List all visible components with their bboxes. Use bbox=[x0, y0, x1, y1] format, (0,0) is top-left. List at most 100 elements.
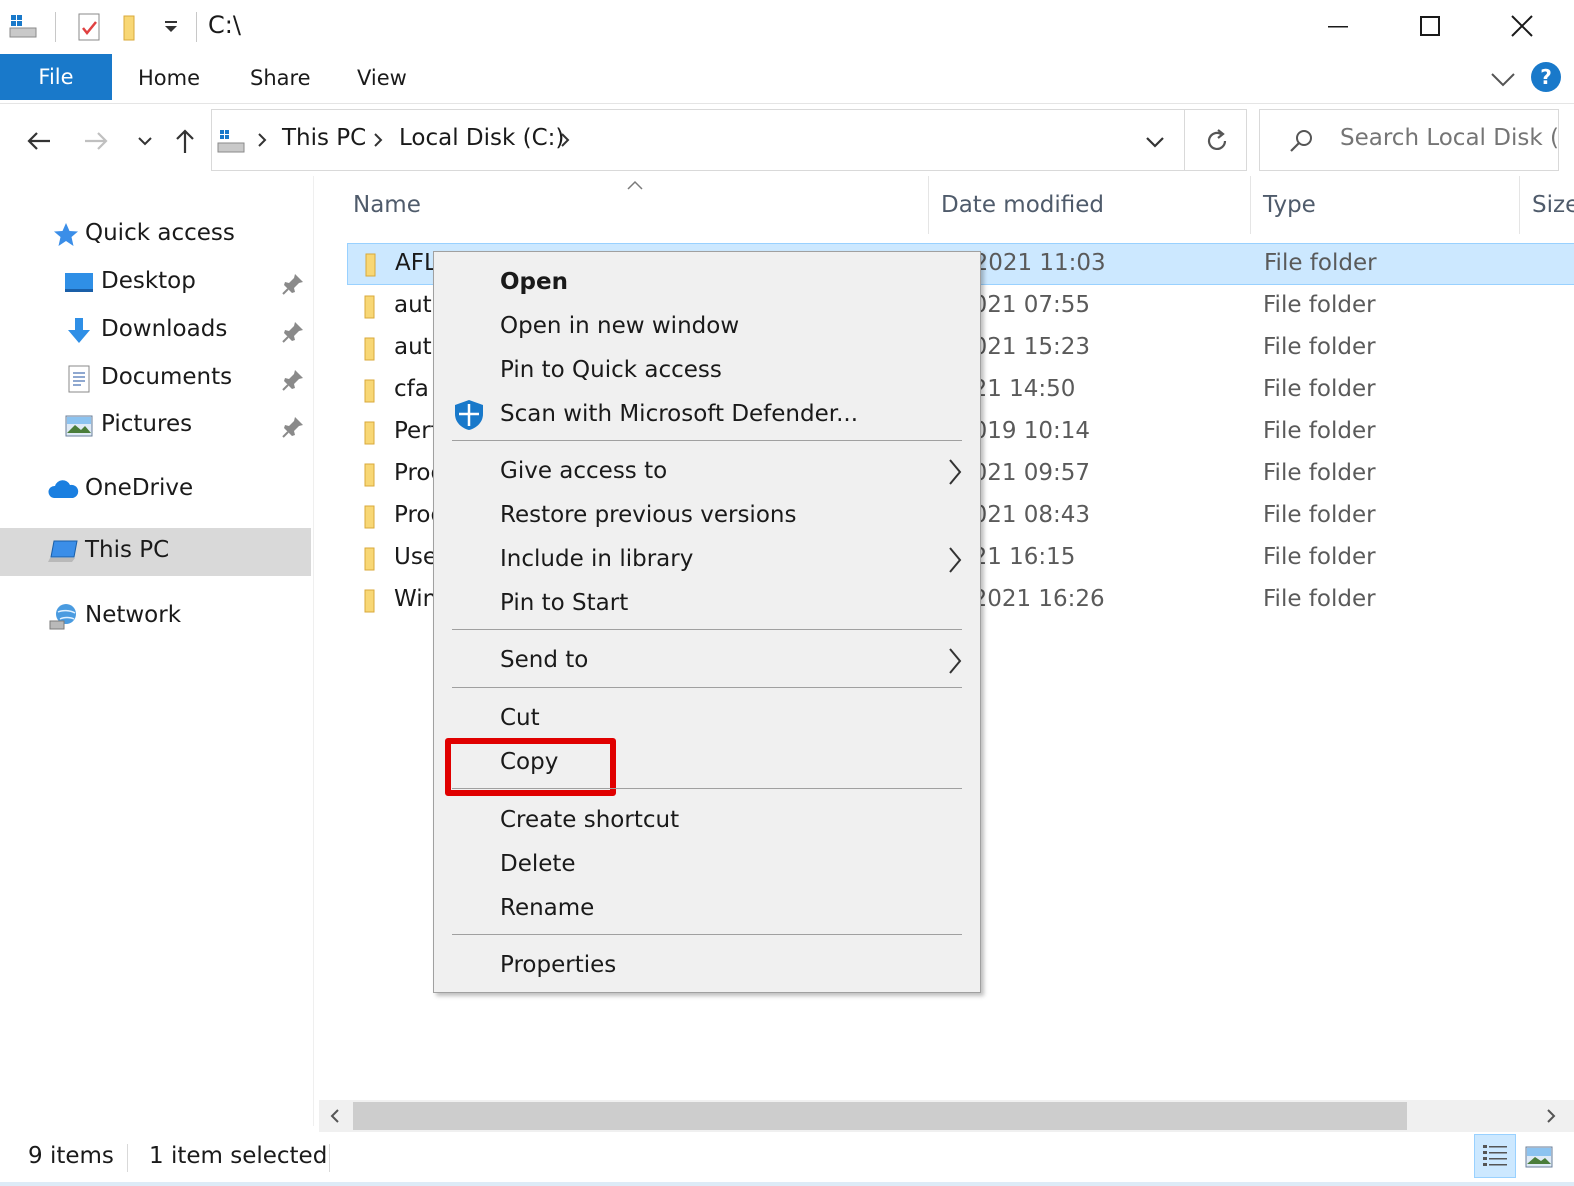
column-header-name[interactable]: Name bbox=[353, 192, 421, 218]
submenu-chevron-icon bbox=[945, 544, 965, 576]
breadcrumb-local-disk[interactable]: Local Disk (C:) bbox=[399, 125, 564, 151]
file-type: File folder bbox=[1263, 292, 1376, 318]
column-header-date-modified[interactable]: Date modified bbox=[941, 192, 1104, 218]
navigation-bar: This PC Local Disk (C:) bbox=[0, 104, 1574, 176]
properties-icon[interactable] bbox=[74, 12, 104, 42]
menu-item-pin-to-quick-access[interactable]: Pin to Quick access bbox=[437, 349, 977, 393]
divider bbox=[1184, 110, 1185, 170]
column-header-size[interactable]: Size bbox=[1532, 192, 1574, 218]
scrollbar-thumb[interactable] bbox=[353, 1102, 1407, 1130]
menu-item-cut[interactable]: Cut bbox=[437, 697, 977, 741]
menu-item-properties[interactable]: Properties bbox=[437, 944, 977, 988]
folder-icon bbox=[357, 462, 383, 488]
search-icon bbox=[1286, 126, 1316, 156]
menu-item-create-shortcut[interactable]: Create shortcut bbox=[437, 799, 977, 843]
tab-view[interactable]: View bbox=[357, 66, 407, 90]
menu-item-rename[interactable]: Rename bbox=[437, 887, 977, 931]
forward-arrow-icon[interactable] bbox=[79, 124, 113, 158]
sidebar-item-this-pc[interactable]: This PC bbox=[0, 528, 311, 576]
sidebar-item-label: Downloads bbox=[101, 316, 228, 342]
drive-app-icon[interactable] bbox=[8, 12, 38, 42]
menu-item-include-in-library[interactable]: Include in library bbox=[437, 538, 977, 582]
column-divider[interactable] bbox=[1519, 176, 1520, 234]
scroll-right-chevron-icon[interactable] bbox=[1535, 1100, 1567, 1132]
status-bar: 9 items 1 item selected bbox=[0, 1132, 1574, 1186]
search-box[interactable] bbox=[1259, 109, 1560, 171]
menu-item-give-access-to[interactable]: Give access to bbox=[437, 450, 977, 494]
star-icon bbox=[50, 219, 82, 251]
file-type: File folder bbox=[1263, 586, 1376, 612]
column-divider[interactable] bbox=[1250, 176, 1251, 234]
back-arrow-icon[interactable] bbox=[22, 124, 56, 158]
menu-separator bbox=[452, 788, 962, 789]
close-button[interactable] bbox=[1476, 0, 1568, 52]
pin-icon[interactable] bbox=[280, 414, 306, 440]
menu-item-send-to[interactable]: Send to bbox=[437, 639, 977, 683]
folder-icon bbox=[358, 252, 384, 278]
horizontal-scrollbar[interactable] bbox=[319, 1100, 1574, 1132]
expand-ribbon-chevron-icon[interactable] bbox=[1488, 64, 1518, 94]
window-title: C:\ bbox=[208, 11, 241, 39]
navigation-pane: Quick access Desktop Downloads Documents bbox=[0, 176, 314, 1126]
sidebar-item-documents[interactable]: Documents bbox=[0, 355, 311, 403]
help-icon[interactable]: ? bbox=[1531, 62, 1561, 92]
folder-icon bbox=[357, 378, 383, 404]
menu-item-open-in-new-window[interactable]: Open in new window bbox=[437, 305, 977, 349]
recent-locations-chevron-icon[interactable] bbox=[128, 124, 162, 158]
selection-status: 1 item selected bbox=[149, 1143, 328, 1169]
tab-home[interactable]: Home bbox=[138, 66, 200, 90]
menu-separator bbox=[452, 687, 962, 688]
up-arrow-icon[interactable] bbox=[168, 124, 202, 158]
menu-item-label: Rename bbox=[500, 895, 595, 921]
column-divider[interactable] bbox=[928, 176, 929, 234]
menu-item-open[interactable]: Open bbox=[437, 261, 977, 305]
breadcrumb-chevron-icon[interactable] bbox=[555, 128, 575, 152]
divider bbox=[55, 12, 56, 42]
sidebar-item-downloads[interactable]: Downloads bbox=[0, 307, 311, 355]
file-type: File folder bbox=[1263, 544, 1376, 570]
menu-item-label: Cut bbox=[500, 705, 540, 731]
customize-toolbar-icon[interactable] bbox=[156, 12, 186, 42]
menu-item-restore-previous-versions[interactable]: Restore previous versions bbox=[437, 494, 977, 538]
breadcrumb-chevron-icon[interactable] bbox=[252, 128, 272, 152]
sidebar-item-pictures[interactable]: Pictures bbox=[0, 402, 311, 450]
pin-icon[interactable] bbox=[280, 319, 306, 345]
column-header-type[interactable]: Type bbox=[1263, 192, 1316, 218]
sidebar-item-onedrive[interactable]: OneDrive bbox=[0, 466, 311, 514]
sidebar-item-desktop[interactable]: Desktop bbox=[0, 259, 311, 307]
sidebar-item-quick-access[interactable]: Quick access bbox=[0, 211, 311, 259]
desktop-folder-icon bbox=[63, 267, 95, 299]
breadcrumb-this-pc[interactable]: This PC bbox=[282, 125, 366, 151]
menu-item-label: Include in library bbox=[500, 546, 694, 572]
tab-share[interactable]: Share bbox=[250, 66, 311, 90]
sidebar-item-network[interactable]: Network bbox=[0, 593, 311, 641]
maximize-button[interactable] bbox=[1384, 0, 1476, 52]
menu-item-label: Properties bbox=[500, 952, 617, 978]
divider bbox=[196, 12, 197, 42]
scroll-left-chevron-icon[interactable] bbox=[319, 1100, 351, 1132]
details-view-icon[interactable] bbox=[1474, 1134, 1516, 1178]
sort-ascending-icon bbox=[625, 176, 645, 190]
tab-file[interactable]: File bbox=[0, 54, 112, 100]
folder-icon bbox=[357, 546, 383, 572]
menu-item-scan-with-defender[interactable]: Scan with Microsoft Defender... bbox=[437, 393, 977, 437]
menu-item-pin-to-start[interactable]: Pin to Start bbox=[437, 582, 977, 626]
divider bbox=[329, 1144, 330, 1172]
pin-icon[interactable] bbox=[280, 271, 306, 297]
folder-icon bbox=[357, 294, 383, 320]
file-name: cfa bbox=[394, 376, 429, 402]
refresh-icon[interactable] bbox=[1200, 124, 1234, 158]
menu-item-delete[interactable]: Delete bbox=[437, 843, 977, 887]
address-bar[interactable]: This PC Local Disk (C:) bbox=[211, 109, 1247, 171]
search-input[interactable] bbox=[1340, 125, 1560, 151]
folder-icon bbox=[357, 504, 383, 530]
minimize-button[interactable] bbox=[1292, 0, 1384, 52]
address-history-chevron-icon[interactable] bbox=[1140, 127, 1170, 157]
pin-icon[interactable] bbox=[280, 367, 306, 393]
sidebar-item-label: This PC bbox=[85, 537, 170, 563]
large-icons-view-icon[interactable] bbox=[1522, 1140, 1556, 1174]
breadcrumb-chevron-icon[interactable] bbox=[368, 128, 388, 152]
sidebar-item-label: Quick access bbox=[85, 220, 235, 246]
menu-item-label: Pin to Start bbox=[500, 590, 629, 616]
new-folder-icon[interactable] bbox=[116, 12, 146, 42]
